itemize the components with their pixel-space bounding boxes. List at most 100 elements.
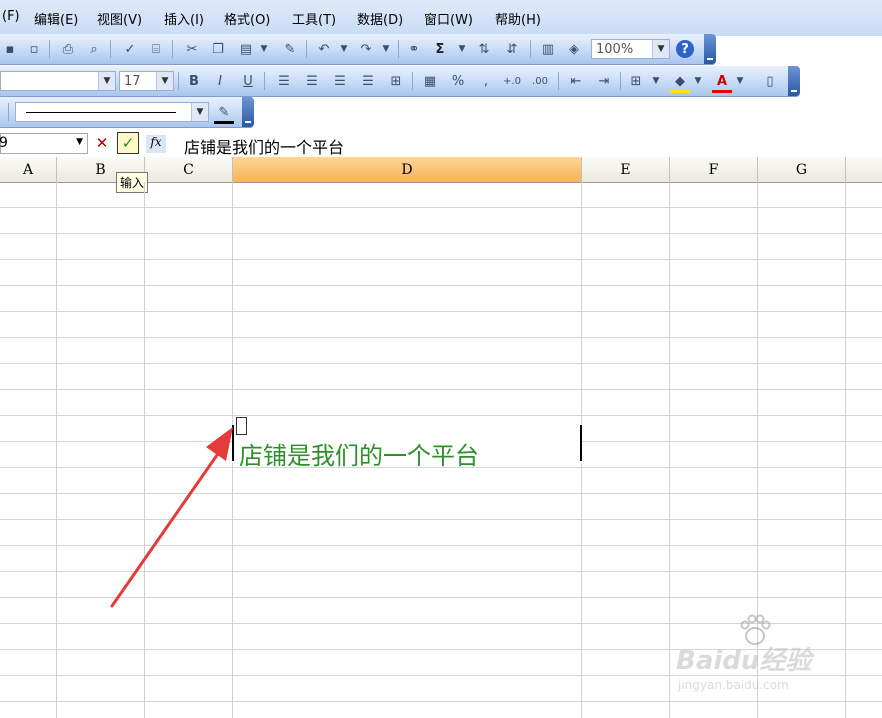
name-box-value: 9: [0, 135, 8, 151]
gridline: [669, 182, 670, 718]
menu-tools[interactable]: 工具(T): [292, 9, 336, 28]
menu-format[interactable]: 格式(O): [224, 9, 270, 28]
cut-icon[interactable]: ✂: [182, 40, 202, 58]
zoom-select[interactable]: 100% ▼: [591, 39, 670, 59]
watermark-brand: Baidu经验: [676, 646, 812, 676]
toolbar-separator: [178, 72, 179, 90]
italic-icon[interactable]: I: [210, 72, 230, 90]
research-icon[interactable]: ⌸: [146, 40, 166, 58]
font-size-select[interactable]: 17 ▼: [119, 71, 174, 91]
annotation-arrow: [110, 427, 233, 608]
align-right-icon[interactable]: ☰: [330, 72, 350, 90]
column-header-c[interactable]: C: [145, 157, 233, 182]
menu-edit[interactable]: 编辑(E): [34, 9, 78, 28]
decrease-decimal-icon[interactable]: .00: [530, 72, 550, 90]
sort-ascending-icon[interactable]: ⇅: [474, 40, 494, 58]
column-header-a[interactable]: A: [0, 157, 57, 182]
menu-data[interactable]: 数据(D): [357, 9, 403, 28]
menu-view[interactable]: 视图(V): [97, 9, 142, 28]
font-color-icon[interactable]: A: [712, 72, 732, 93]
toolbar-separator: [264, 72, 265, 90]
currency-icon[interactable]: ▦: [420, 72, 440, 90]
decrease-indent-icon[interactable]: ⇤: [566, 72, 586, 90]
cell-border-right: [580, 425, 582, 461]
spelling-icon[interactable]: ✓: [120, 40, 140, 58]
line-style-select[interactable]: ▼: [15, 102, 209, 122]
bold-icon[interactable]: B: [184, 72, 204, 90]
column-header-g[interactable]: G: [758, 157, 846, 182]
chevron-down-icon[interactable]: ▼: [692, 72, 704, 90]
insert-function-button[interactable]: fx: [146, 135, 166, 153]
enter-button[interactable]: ✓: [117, 132, 139, 154]
sort-descending-icon[interactable]: ⇵: [502, 40, 522, 58]
formula-input[interactable]: 店铺是我们的一个平台: [184, 134, 344, 158]
print-icon[interactable]: ⎙: [58, 40, 78, 58]
chevron-down-icon[interactable]: ▼: [191, 103, 208, 121]
autosum-icon[interactable]: Σ: [430, 40, 450, 58]
toolbar-separator: [530, 40, 531, 58]
cancel-button[interactable]: ✕: [93, 134, 111, 152]
font-select[interactable]: ▼: [0, 71, 116, 91]
cell-edit-text: 店铺是我们的一个平台: [239, 442, 479, 470]
permission-icon[interactable]: ▫: [24, 40, 44, 58]
redo-icon[interactable]: ↷: [356, 40, 376, 58]
paste-icon[interactable]: ▤: [236, 40, 256, 58]
chevron-down-icon[interactable]: ▼: [98, 72, 115, 90]
align-center-icon[interactable]: ☰: [302, 72, 322, 90]
chevron-down-icon[interactable]: ▼: [380, 40, 392, 58]
toolbar-options-chevron[interactable]: [242, 97, 254, 127]
formatting-toolbar: ▼ 17 ▼ B I U ☰ ☰ ☰ ☰ ⊞ ▦ % , +.0 .00 ⇤ ⇥…: [0, 66, 800, 97]
percent-icon[interactable]: %: [448, 72, 468, 90]
chevron-down-icon[interactable]: ▼: [734, 72, 746, 90]
toolbar-separator: [412, 72, 413, 90]
drawing-icon[interactable]: ◈: [564, 40, 584, 58]
fill-color-icon[interactable]: ◆: [670, 72, 690, 93]
chart-wizard-icon[interactable]: ▥: [538, 40, 558, 58]
column-header-f[interactable]: F: [670, 157, 758, 182]
menu-help[interactable]: 帮助(H): [495, 9, 541, 28]
increase-indent-icon[interactable]: ⇥: [594, 72, 614, 90]
chevron-down-icon[interactable]: ▼: [652, 40, 669, 58]
column-header-next[interactable]: [846, 157, 882, 182]
menu-window[interactable]: 窗口(W): [424, 9, 473, 28]
line-color-icon[interactable]: ✎: [214, 103, 234, 124]
toolbar-options-chevron[interactable]: [788, 66, 800, 96]
chevron-down-icon[interactable]: ▼: [650, 72, 662, 90]
underline-icon[interactable]: U: [238, 72, 258, 90]
borders-icon[interactable]: ⊞: [626, 72, 646, 90]
hyperlink-icon[interactable]: ⚭: [404, 40, 424, 58]
arrow-shaft: [110, 443, 226, 608]
toolbar-options-chevron[interactable]: [704, 34, 716, 64]
menu-file[interactable]: (F): [2, 9, 20, 24]
chevron-down-icon[interactable]: ▼: [156, 72, 173, 90]
copy-icon[interactable]: ❐: [208, 40, 228, 58]
zoom-value: 100%: [596, 42, 634, 57]
save-icon[interactable]: ▪: [0, 40, 20, 58]
justify-icon[interactable]: ☰: [358, 72, 378, 90]
comma-style-icon[interactable]: ,: [476, 72, 496, 90]
menu-insert[interactable]: 插入(I): [164, 9, 204, 28]
chevron-down-icon[interactable]: ▼: [338, 40, 350, 58]
font-size-value: 17: [124, 74, 141, 89]
print-preview-icon[interactable]: ⌕: [84, 40, 104, 58]
increase-decimal-icon[interactable]: +.0: [502, 72, 522, 90]
toolbar-separator: [620, 72, 621, 90]
column-header-d[interactable]: D: [233, 157, 582, 182]
format-painter-icon[interactable]: ✎: [280, 40, 300, 58]
chevron-down-icon[interactable]: ▼: [76, 137, 83, 147]
merge-center-icon[interactable]: ⊞: [386, 72, 406, 90]
column-header-e[interactable]: E: [582, 157, 670, 182]
chevron-down-icon[interactable]: ▼: [456, 40, 468, 58]
help-icon[interactable]: ?: [676, 40, 694, 58]
undo-icon[interactable]: ↶: [314, 40, 334, 58]
watermark-url: jingyan.baidu.com: [678, 678, 789, 692]
align-left-icon[interactable]: ☰: [274, 72, 294, 90]
gridline: [56, 182, 57, 718]
menu-bar: (F) 编辑(E) 视图(V) 插入(I) 格式(O) 工具(T) 数据(D) …: [0, 0, 882, 36]
research-pane-icon[interactable]: ▯: [760, 72, 780, 90]
toolbar-separator: [306, 40, 307, 58]
toolbar-separator: [110, 40, 111, 58]
name-box[interactable]: 9 ▼: [0, 133, 88, 154]
line-style-sample: [26, 112, 176, 113]
chevron-down-icon[interactable]: ▼: [258, 40, 270, 58]
